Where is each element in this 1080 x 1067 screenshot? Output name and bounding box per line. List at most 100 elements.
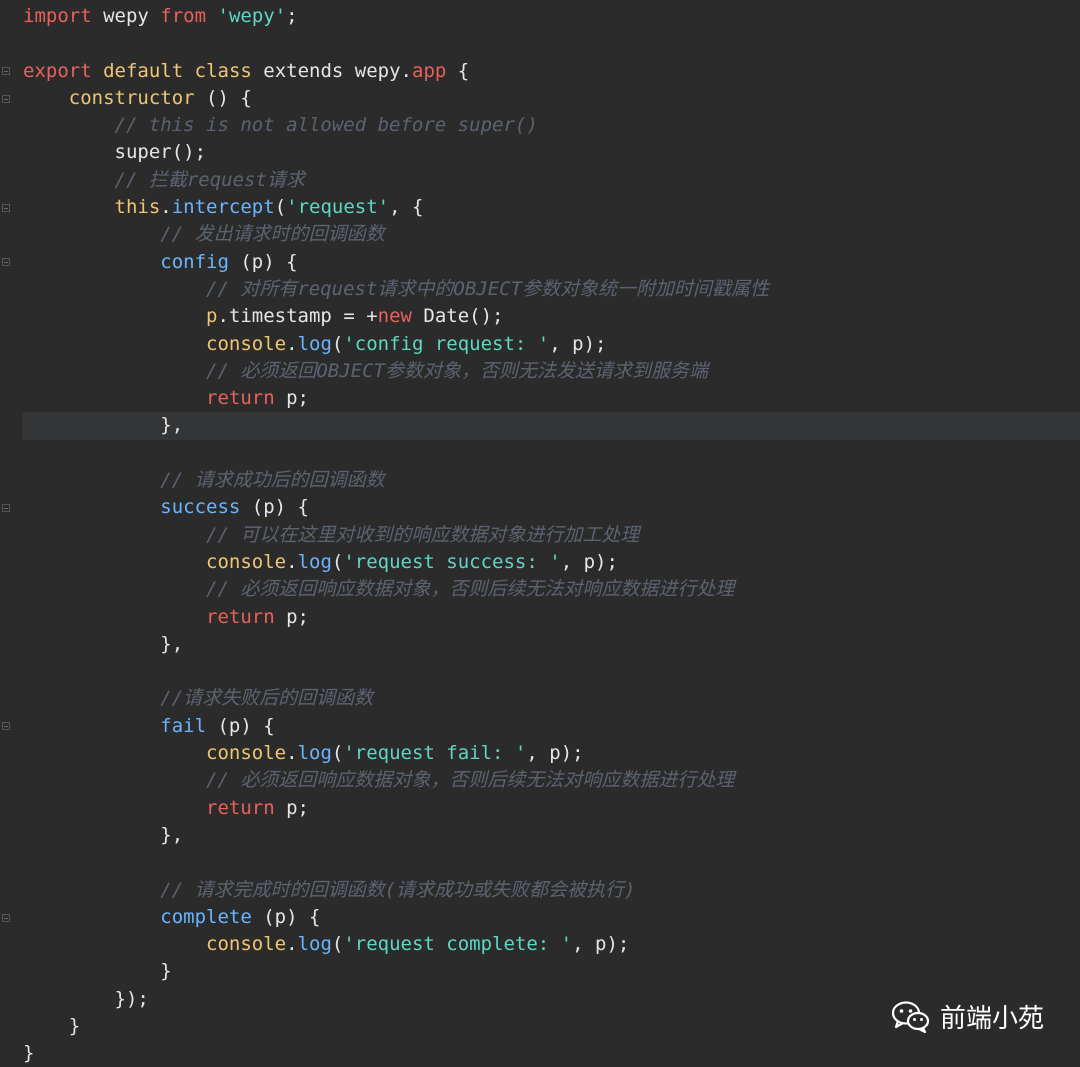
- fold-toggle-icon[interactable]: [2, 504, 10, 513]
- code-token: }: [23, 960, 172, 983]
- code-token: {: [446, 59, 470, 82]
- code-token: , {: [389, 196, 424, 219]
- code-token: .: [286, 550, 298, 573]
- code-token: .timestamp = +: [217, 305, 378, 328]
- code-token: new: [377, 305, 412, 328]
- code-line: // 必须返回响应数据对象，否则后续无法对响应数据进行处理: [23, 767, 769, 794]
- code-token: config: [160, 250, 229, 273]
- code-token: super();: [23, 141, 207, 164]
- code-token: log: [297, 550, 332, 573]
- code-line: },: [23, 822, 769, 849]
- code-token: 'request fail: ': [343, 742, 527, 765]
- code-line: // 必须返回OBJECT参数对象，否则无法发送请求到服务端: [23, 358, 769, 385]
- code-token: },: [23, 414, 184, 437]
- fold-toggle-icon[interactable]: [2, 94, 10, 103]
- code-token: console: [206, 742, 287, 765]
- fold-gutter: [0, 0, 14, 1067]
- code-area[interactable]: import wepy from 'wepy'; export default …: [23, 3, 769, 1067]
- code-token: p;: [274, 796, 309, 819]
- code-line: // 必须返回响应数据对象，否则后续无法对响应数据进行处理: [23, 576, 769, 603]
- code-token: .: [286, 933, 298, 956]
- code-line: constructor () {: [23, 85, 769, 112]
- code-token: , p);: [560, 550, 618, 573]
- fold-toggle-icon[interactable]: [2, 203, 10, 212]
- code-token: console: [206, 550, 287, 573]
- code-line: //请求失败后的回调函数: [23, 685, 769, 712]
- code-token: // 必须返回OBJECT参数对象，否则无法发送请求到服务端: [206, 359, 708, 382]
- fold-toggle-icon[interactable]: [2, 913, 10, 922]
- code-token: log: [297, 332, 332, 355]
- code-line: }: [23, 1040, 769, 1067]
- fold-toggle-icon[interactable]: [2, 67, 10, 76]
- code-line: return p;: [23, 795, 769, 822]
- code-token: () {: [194, 86, 252, 109]
- fold-toggle-icon[interactable]: [2, 258, 10, 267]
- code-line: console.log('request fail: ', p);: [23, 740, 769, 767]
- code-token: // 可以在这里对收到的响应数据对象进行加工处理: [206, 523, 640, 546]
- fold-toggle-icon[interactable]: [2, 722, 10, 731]
- code-token: console: [206, 332, 287, 355]
- code-line: super();: [23, 139, 769, 166]
- code-token: 'request complete: ': [343, 933, 573, 956]
- code-token: (: [274, 196, 287, 219]
- code-line: // 拦截request请求: [23, 167, 769, 194]
- code-line: },: [23, 631, 769, 658]
- code-line: }: [23, 1013, 769, 1040]
- code-token: // this is not allowed before super(): [114, 114, 538, 137]
- code-line: return p;: [23, 604, 769, 631]
- code-token: (p) {: [228, 250, 298, 273]
- code-line: });: [23, 986, 769, 1013]
- code-line: complete (p) {: [23, 904, 769, 931]
- code-token: , p);: [526, 742, 584, 765]
- code-line: import wepy from 'wepy';: [23, 3, 769, 30]
- code-line: // 请求成功后的回调函数: [23, 467, 769, 494]
- code-line: }: [23, 958, 769, 985]
- code-line: config (p) {: [23, 249, 769, 276]
- code-token: success: [160, 496, 241, 519]
- code-token: (p) {: [251, 905, 321, 928]
- code-token: },: [23, 823, 184, 846]
- code-line: console.log('config request: ', p);: [23, 331, 769, 358]
- code-token: .: [286, 332, 298, 355]
- code-token: p: [206, 305, 218, 328]
- code-token: 'request': [286, 196, 390, 219]
- code-token: export: [23, 59, 92, 82]
- code-token: wepy.: [343, 59, 412, 82]
- code-token: //请求失败后的回调函数: [160, 687, 374, 710]
- code-line: export default class extends wepy.app {: [23, 58, 769, 85]
- code-token: wepy: [91, 5, 161, 27]
- code-token: intercept: [171, 196, 275, 219]
- watermark: 前端小苑: [891, 998, 1044, 1035]
- code-token: // 对所有request请求中的OBJECT参数对象统一附加时间戳属性: [206, 277, 770, 300]
- code-token: }: [23, 1014, 81, 1037]
- code-line: p.timestamp = +new Date();: [23, 303, 769, 330]
- code-line: this.intercept('request', {: [23, 194, 769, 221]
- code-token: extends: [263, 59, 344, 82]
- code-editor[interactable]: import wepy from 'wepy'; export default …: [0, 0, 1080, 1067]
- code-line: console.log('request complete: ', p);: [23, 931, 769, 958]
- code-token: return: [206, 387, 275, 410]
- code-token: app: [412, 59, 447, 82]
